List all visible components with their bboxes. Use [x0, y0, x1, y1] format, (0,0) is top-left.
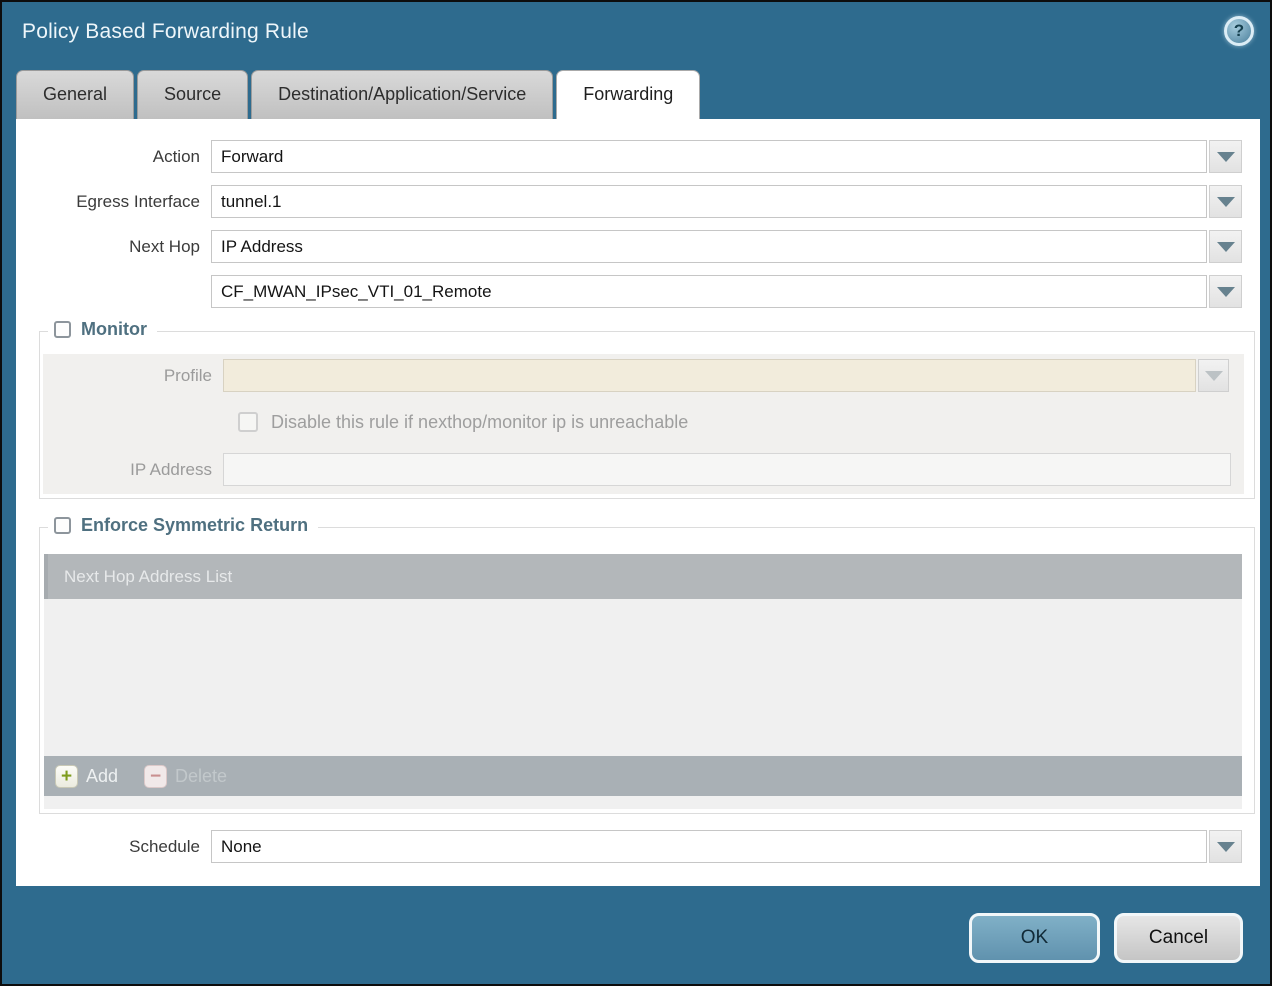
monitor-ip-input: [223, 453, 1231, 486]
disable-rule-checkbox: [238, 412, 258, 432]
schedule-row: Schedule: [27, 830, 1260, 863]
add-button[interactable]: + Add: [55, 765, 118, 788]
add-button-label: Add: [86, 766, 118, 787]
action-input[interactable]: [211, 140, 1207, 173]
chevron-down-icon: [1205, 371, 1223, 381]
next-hop-dropdown-button[interactable]: [1209, 230, 1242, 263]
chevron-down-icon: [1217, 287, 1235, 297]
chevron-down-icon: [1217, 152, 1235, 162]
tab-general[interactable]: General: [16, 70, 134, 119]
dialog-title: Policy Based Forwarding Rule: [22, 20, 309, 44]
next-hop-row: Next Hop: [27, 230, 1260, 263]
enforce-symmetric-return-legend: Enforce Symmetric Return: [48, 515, 318, 536]
enforce-symmetric-return-legend-label: Enforce Symmetric Return: [81, 515, 308, 536]
ok-button[interactable]: OK: [969, 913, 1100, 963]
next-hop-address-list-table: Next Hop Address List + Add − Delete: [44, 554, 1242, 809]
next-hop-address-input[interactable]: [211, 275, 1207, 308]
monitor-fieldset: Monitor Profile Disable this rule if nex…: [39, 331, 1255, 499]
schedule-dropdown-button[interactable]: [1209, 830, 1242, 863]
next-hop-address-list-body[interactable]: [44, 599, 1242, 756]
monitor-legend-label: Monitor: [81, 319, 147, 340]
delete-button: − Delete: [144, 765, 227, 788]
delete-button-label: Delete: [175, 766, 227, 787]
profile-dropdown-button: [1198, 359, 1229, 392]
plus-icon: +: [55, 765, 78, 788]
disable-rule-label: Disable this rule if nexthop/monitor ip …: [271, 412, 688, 433]
monitor-ip-label: IP Address: [43, 460, 223, 480]
tab-bar: General Source Destination/Application/S…: [16, 70, 703, 119]
monitor-checkbox[interactable]: [54, 321, 71, 338]
chevron-down-icon: [1217, 197, 1235, 207]
next-hop-address-list-toolbar: + Add − Delete: [44, 756, 1242, 796]
chevron-down-icon: [1217, 242, 1235, 252]
tab-forwarding[interactable]: Forwarding: [556, 70, 700, 119]
next-hop-label: Next Hop: [27, 237, 211, 257]
disable-rule-row: Disable this rule if nexthop/monitor ip …: [238, 410, 1244, 434]
monitor-profile-row: Profile: [43, 359, 1244, 392]
schedule-label: Schedule: [27, 837, 211, 857]
help-icon[interactable]: ?: [1224, 16, 1254, 46]
egress-interface-dropdown-button[interactable]: [1209, 185, 1242, 218]
chevron-down-icon: [1217, 842, 1235, 852]
egress-interface-input[interactable]: [211, 185, 1207, 218]
tab-source[interactable]: Source: [137, 70, 248, 119]
next-hop-input[interactable]: [211, 230, 1207, 263]
monitor-legend: Monitor: [48, 319, 157, 340]
cancel-button[interactable]: Cancel: [1114, 913, 1243, 963]
action-dropdown-button[interactable]: [1209, 140, 1242, 173]
table-bottom-strip: [44, 796, 1242, 809]
next-hop-address-dropdown-button[interactable]: [1209, 275, 1242, 308]
tab-destination-application-service[interactable]: Destination/Application/Service: [251, 70, 553, 119]
schedule-input[interactable]: [211, 830, 1207, 863]
action-row: Action: [27, 140, 1260, 173]
enforce-symmetric-return-fieldset: Enforce Symmetric Return Next Hop Addres…: [39, 527, 1255, 814]
next-hop-address-list-header: Next Hop Address List: [44, 554, 1242, 599]
action-label: Action: [27, 147, 211, 167]
profile-label: Profile: [43, 366, 223, 386]
enforce-symmetric-return-checkbox[interactable]: [54, 517, 71, 534]
egress-interface-row: Egress Interface: [27, 185, 1260, 218]
egress-interface-label: Egress Interface: [27, 192, 211, 212]
pbf-rule-dialog: Policy Based Forwarding Rule ? General S…: [0, 0, 1272, 986]
monitor-ip-row: IP Address: [43, 453, 1244, 486]
profile-input: [223, 359, 1196, 392]
monitor-content: Profile Disable this rule if nexthop/mon…: [43, 354, 1244, 494]
minus-icon: −: [144, 765, 167, 788]
forwarding-tab-panel: Action Egress Interface Next Hop: [16, 119, 1260, 886]
next-hop-address-row: [27, 275, 1260, 308]
